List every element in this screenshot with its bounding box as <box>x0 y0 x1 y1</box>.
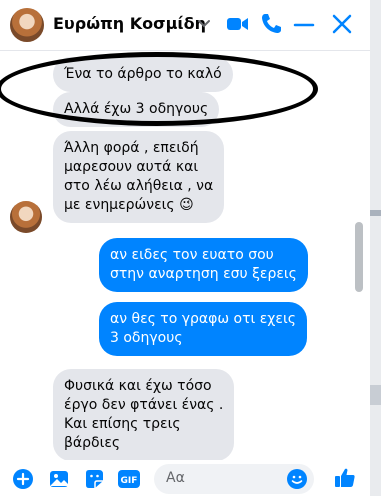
close-icon[interactable] <box>330 12 354 36</box>
like-icon[interactable] <box>333 466 357 490</box>
scrollbar[interactable] <box>354 60 364 456</box>
background-detail <box>370 385 381 405</box>
minimize-icon[interactable] <box>292 12 316 36</box>
message-bubble: αν θες το γραφω οτι εχεις 3 οδηγους <box>99 302 307 356</box>
scrollbar-thumb[interactable] <box>355 222 363 292</box>
background-strip <box>370 0 381 496</box>
message-bubble: Ένα το άρθρο το καλό <box>53 57 233 92</box>
contact-name[interactable]: Ευρώπη Κοσμίδη <box>53 14 206 33</box>
background-detail <box>370 210 381 216</box>
message-bubble: Αλλά έχω 3 οδηγους <box>53 92 220 127</box>
phone-icon[interactable] <box>259 12 283 36</box>
emoji-icon[interactable] <box>286 468 308 490</box>
chevron-down-icon[interactable] <box>196 15 212 31</box>
chat-window: Ευρώπη Κοσμίδη Ένα το άρθρο το καλό Αλλά… <box>0 0 370 496</box>
contact-avatar[interactable] <box>10 8 44 42</box>
svg-text:GIF: GIF <box>121 476 138 486</box>
plus-icon[interactable] <box>12 468 34 490</box>
composer: GIF Αα <box>0 460 370 496</box>
message-input-placeholder: Αα <box>166 470 185 486</box>
video-call-icon[interactable] <box>226 12 250 36</box>
sticker-icon[interactable] <box>83 468 105 490</box>
message-bubble: Φυσικά και έχω τόσο έργο δεν φτάνει ένας… <box>53 369 235 460</box>
photo-icon[interactable] <box>48 468 70 490</box>
gif-icon[interactable]: GIF <box>117 468 141 490</box>
chat-header: Ευρώπη Κοσμίδη <box>0 0 370 51</box>
contact-avatar <box>10 201 42 233</box>
message-bubble: Άλλη φορά , επειδή μαρεσουν αυτά και στο… <box>53 131 225 223</box>
message-list[interactable]: Ένα το άρθρο το καλό Αλλά έχω 3 οδηγους … <box>0 51 370 460</box>
message-bubble: αν ειδες τον ευατο σου στην αναρτηση εσυ… <box>99 238 308 292</box>
